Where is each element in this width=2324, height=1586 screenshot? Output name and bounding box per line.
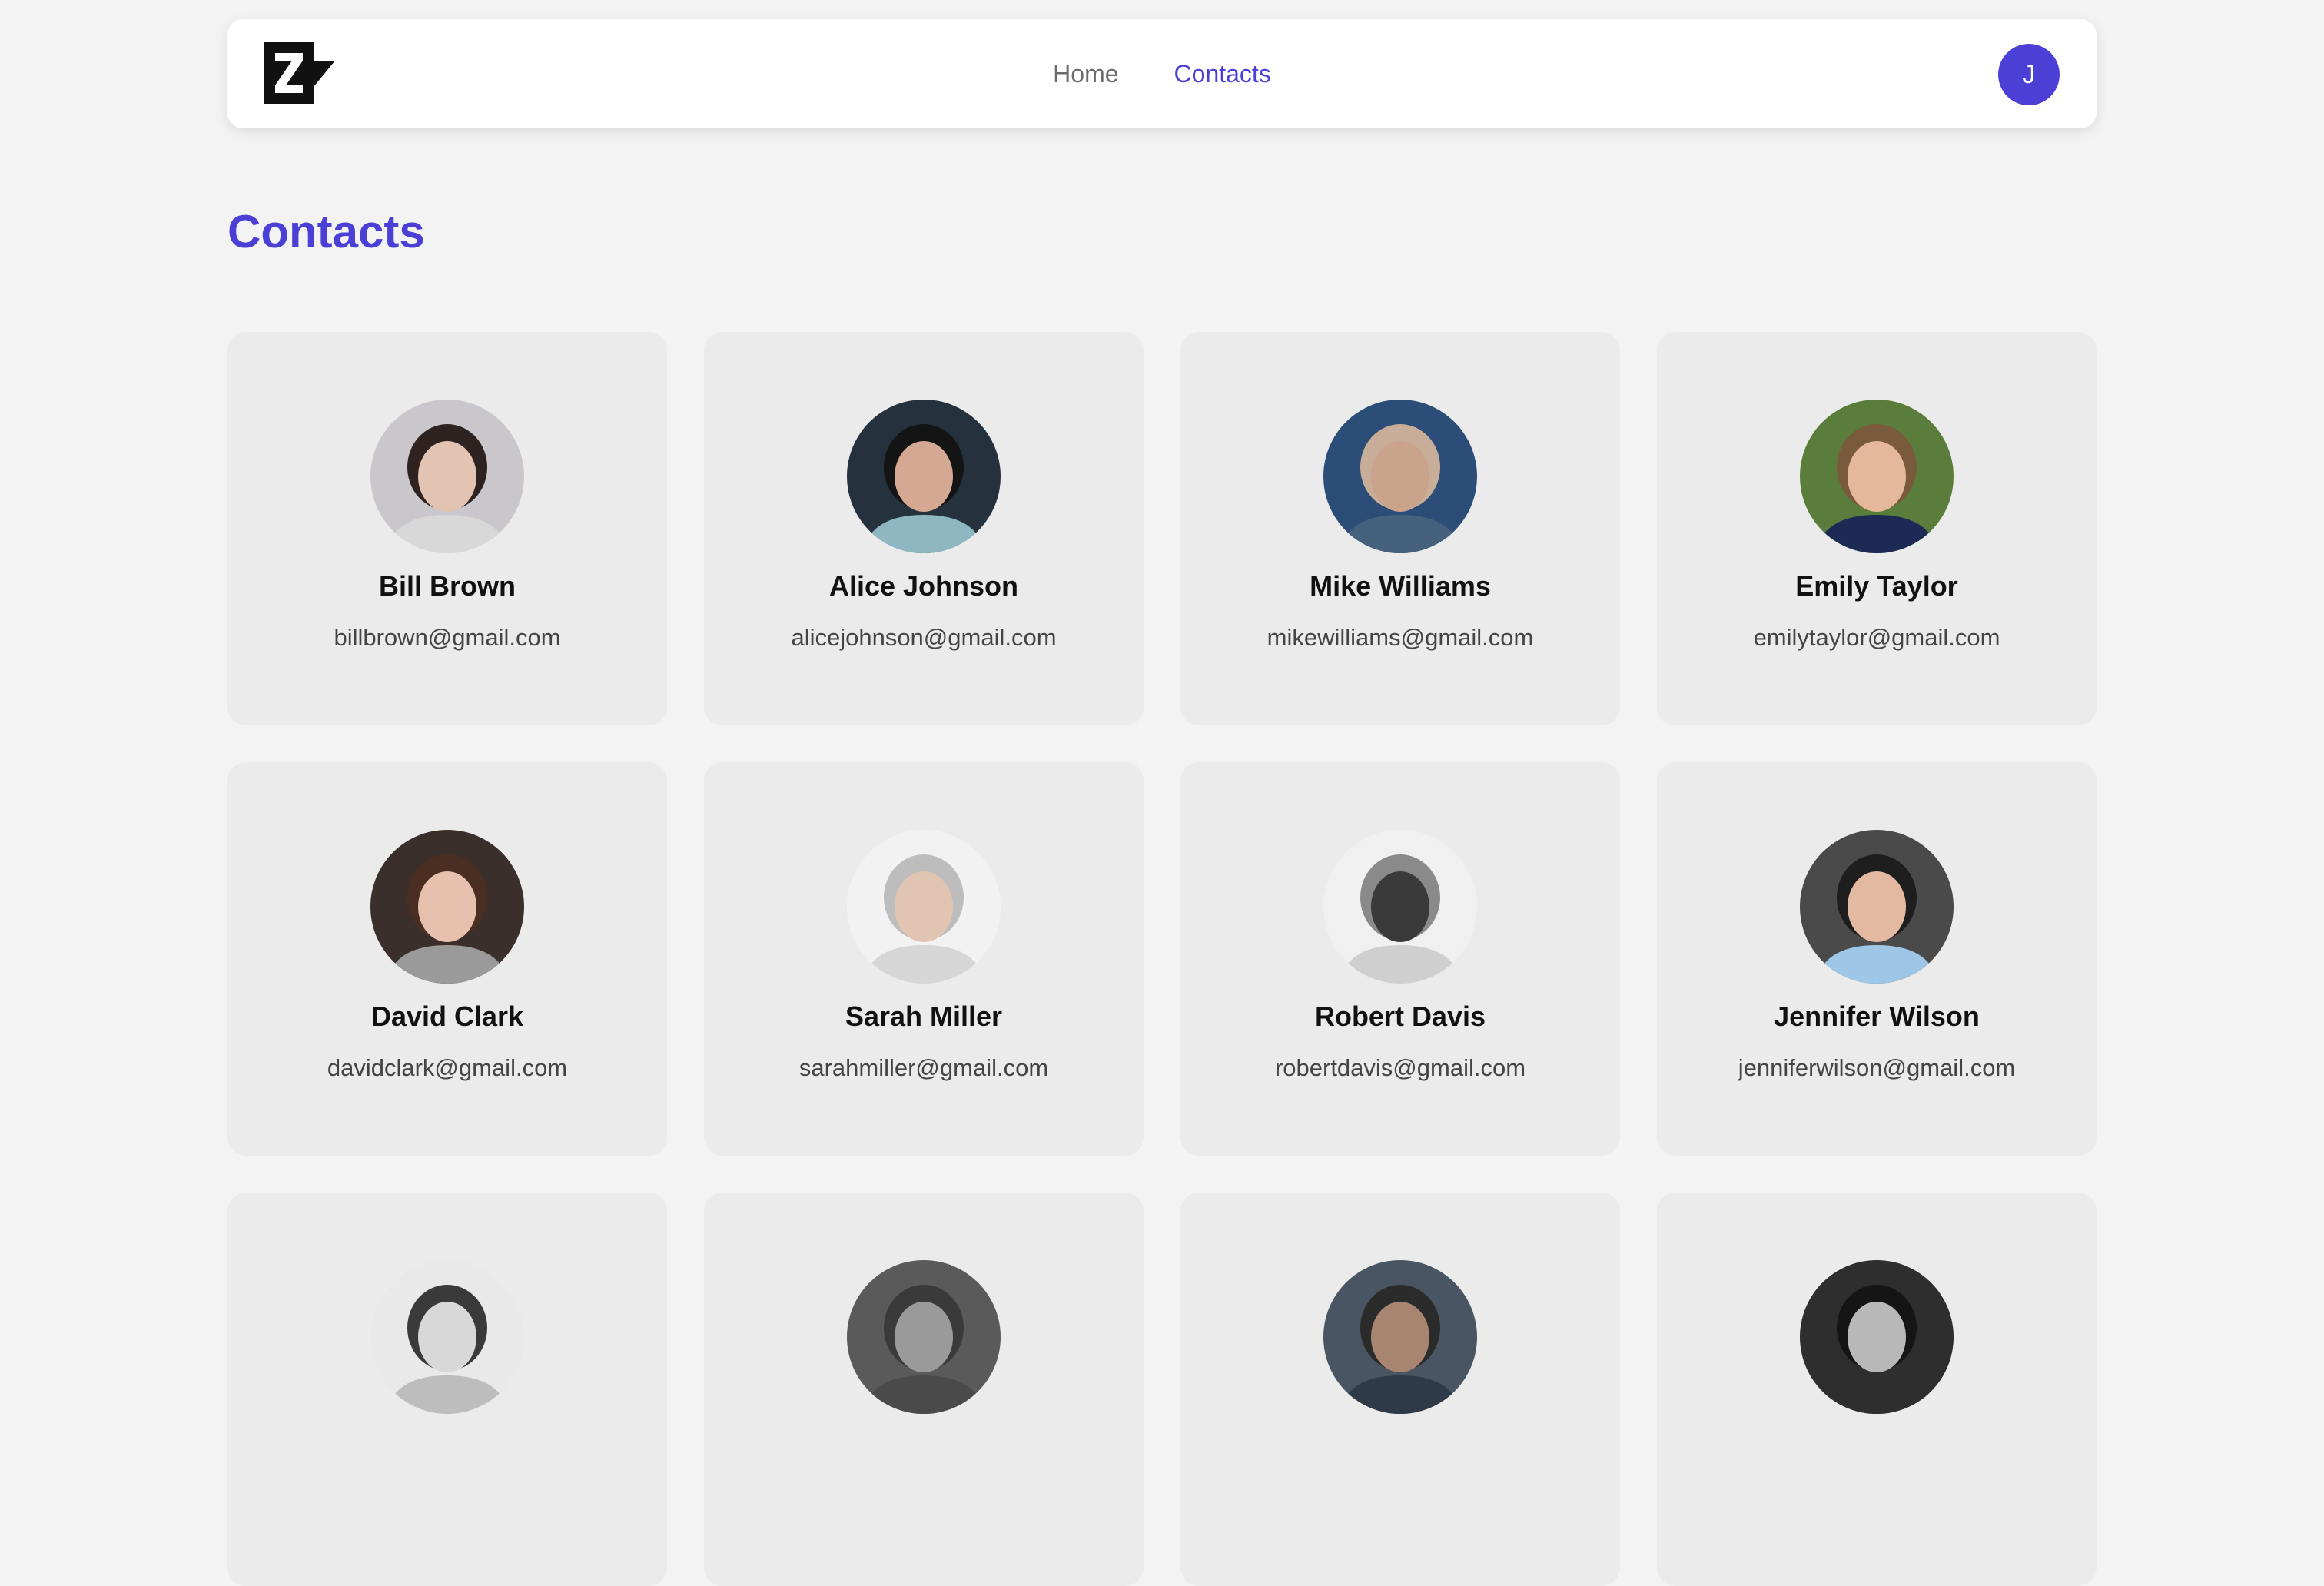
contact-name: Alice Johnson: [828, 570, 1019, 602]
contact-photo: [1800, 400, 1954, 553]
contact-email: davidclark@gmail.com: [327, 1054, 568, 1081]
contact-email: billbrown@gmail.com: [334, 624, 561, 651]
contact-card[interactable]: Alice Johnson alicejohnson@gmail.com: [704, 332, 1144, 725]
contact-card[interactable]: Bill Brown billbrown@gmail.com: [227, 332, 667, 725]
contact-email: emilytaylor@gmail.com: [1753, 624, 2000, 651]
contact-photo: [370, 830, 524, 984]
contact-name: Bill Brown: [379, 570, 516, 602]
contact-photo: [370, 1260, 524, 1414]
contact-photo: [1323, 1260, 1477, 1414]
contact-name: Robert Davis: [1314, 1000, 1486, 1032]
contact-name: Sarah Miller: [845, 1000, 1003, 1032]
contact-card[interactable]: Emily Taylor emilytaylor@gmail.com: [1657, 332, 2097, 725]
user-avatar[interactable]: J: [1998, 44, 2060, 105]
contact-card[interactable]: David Clark davidclark@gmail.com: [227, 762, 667, 1156]
contact-photo: [847, 400, 1001, 553]
contact-card[interactable]: Mike Williams mikewilliams@gmail.com: [1180, 332, 1620, 725]
main-nav: Home Contacts: [227, 19, 2097, 128]
contact-name: Mike Williams: [1310, 570, 1491, 602]
contact-name: Jennifer Wilson: [1774, 1000, 1980, 1032]
contact-name: Emily Taylor: [1795, 570, 1958, 602]
contact-card[interactable]: Jennifer Wilson jenniferwilson@gmail.com: [1657, 762, 2097, 1156]
contact-email: alicejohnson@gmail.com: [791, 624, 1057, 651]
contact-photo: [847, 1260, 1001, 1414]
top-navbar: Home Contacts J: [227, 19, 2097, 128]
contact-card[interactable]: Robert Davis robertdavis@gmail.com: [1180, 762, 1620, 1156]
contact-email: mikewilliams@gmail.com: [1267, 624, 1534, 651]
contact-photo: [1323, 830, 1477, 984]
contact-card[interactable]: [1180, 1193, 1620, 1586]
contact-photo: [1800, 830, 1954, 984]
contact-photo: [847, 830, 1001, 984]
contact-card[interactable]: Sarah Miller sarahmiller@gmail.com: [704, 762, 1144, 1156]
contact-card[interactable]: [1657, 1193, 2097, 1586]
page-title: Contacts: [227, 206, 425, 257]
contacts-grid: Bill Brown billbrown@gmail.com Alice Johns…: [227, 332, 2097, 1586]
contact-card[interactable]: [704, 1193, 1144, 1586]
nav-link-home[interactable]: Home: [1053, 60, 1118, 88]
contact-email: sarahmiller@gmail.com: [798, 1054, 1049, 1081]
contact-photo: [1323, 400, 1477, 553]
contact-photo: [370, 400, 524, 553]
contact-photo: [1800, 1260, 1954, 1414]
contact-email: robertdavis@gmail.com: [1274, 1054, 1526, 1081]
contact-name: David Clark: [370, 1000, 524, 1032]
nav-link-contacts[interactable]: Contacts: [1174, 60, 1271, 88]
contact-email: jenniferwilson@gmail.com: [1738, 1054, 2016, 1081]
contact-card[interactable]: [227, 1193, 667, 1586]
